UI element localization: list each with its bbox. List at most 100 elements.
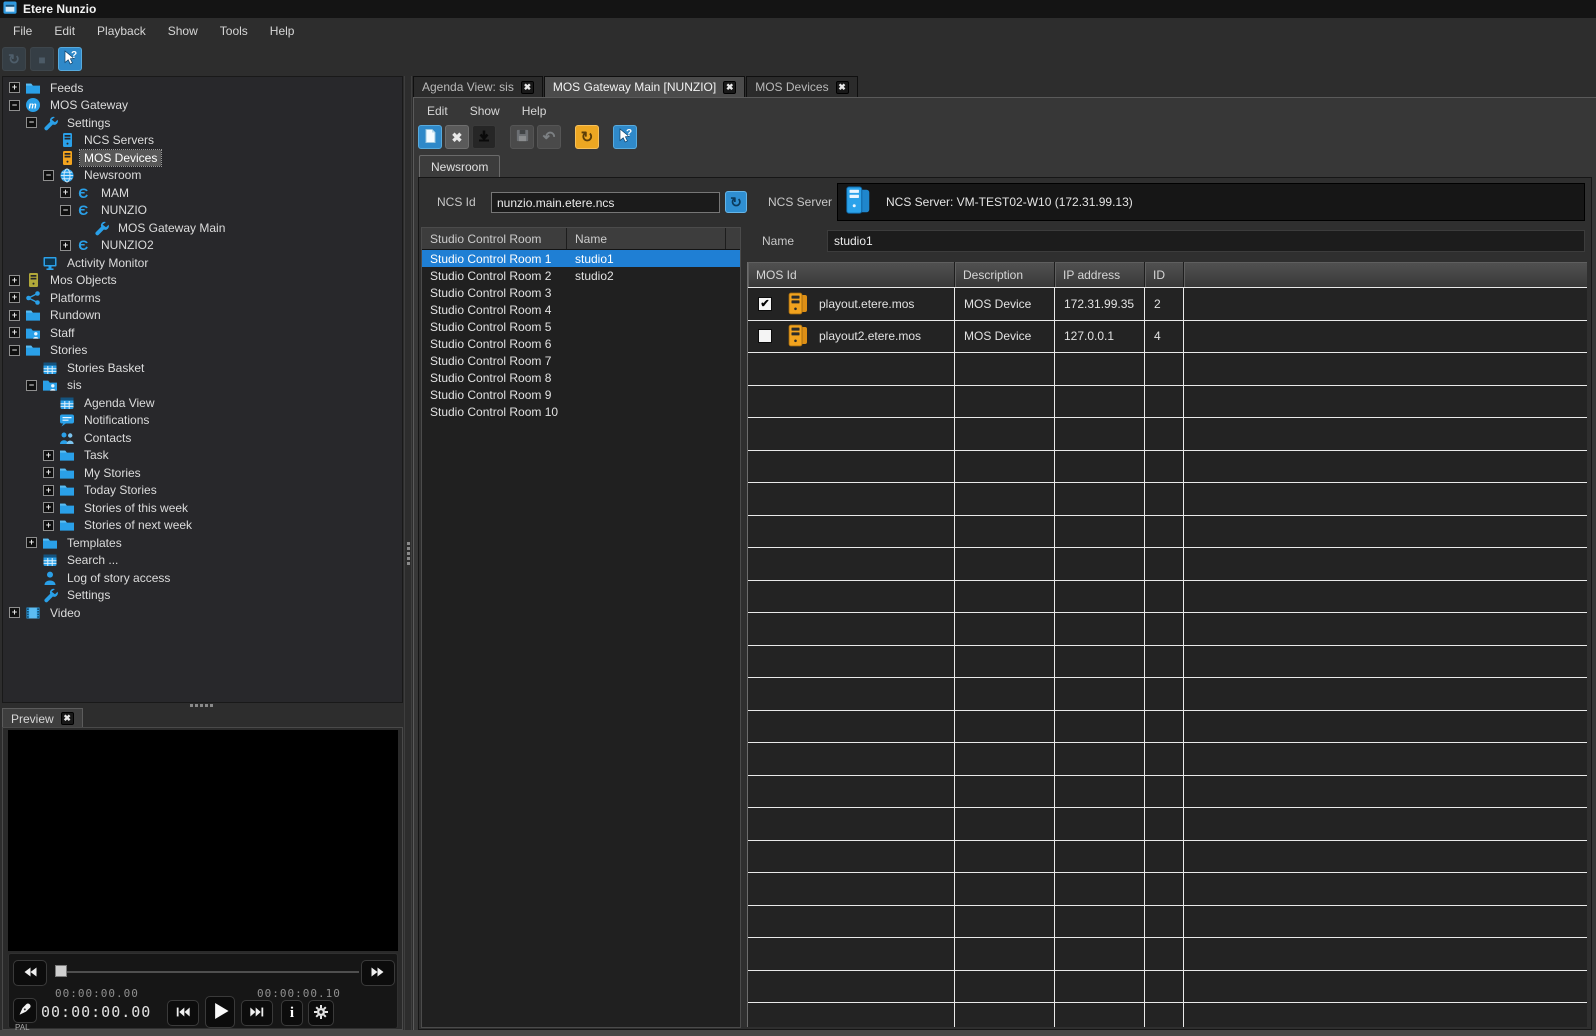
tab-preview[interactable]: Preview ✖: [2, 708, 83, 728]
expand-icon[interactable]: +: [9, 310, 20, 321]
tree-item-contacts[interactable]: Contacts: [3, 429, 402, 447]
close-icon[interactable]: ✖: [61, 712, 74, 725]
expand-icon[interactable]: +: [9, 607, 20, 618]
tree-item-stories-of-next-week[interactable]: +Stories of next week: [3, 517, 402, 535]
skip-to-end-button[interactable]: [241, 1000, 273, 1026]
collapse-icon[interactable]: −: [9, 100, 20, 111]
menu-edit[interactable]: Edit: [43, 20, 86, 42]
expand-icon[interactable]: +: [9, 275, 20, 286]
collapse-icon[interactable]: −: [43, 170, 54, 181]
tree-item-templates[interactable]: +Templates: [3, 534, 402, 552]
table-row[interactable]: ✔playout.etere.mosMOS Device172.31.99.35…: [748, 288, 1587, 321]
tree-item-ncs-servers[interactable]: NCS Servers: [3, 132, 402, 150]
studio-row-studio-control-room-8[interactable]: Studio Control Room 8: [422, 369, 740, 386]
column-header-name[interactable]: Name: [567, 228, 726, 249]
expand-icon[interactable]: +: [60, 240, 71, 251]
fast-forward-button[interactable]: [361, 960, 395, 986]
device-enabled-checkbox[interactable]: ✔: [758, 297, 772, 311]
expand-icon[interactable]: +: [43, 467, 54, 478]
column-header-mos-id[interactable]: MOS Id: [748, 262, 955, 287]
save-button[interactable]: [510, 125, 534, 149]
rewind-button[interactable]: [13, 960, 47, 986]
seek-track[interactable]: [55, 971, 359, 973]
tree-item-activity-monitor[interactable]: Activity Monitor: [3, 254, 402, 272]
tree-item-nunzio2[interactable]: +ЄNUNZIO2: [3, 237, 402, 255]
menu-tools[interactable]: Tools: [209, 20, 259, 42]
undo-button[interactable]: ↶: [537, 125, 561, 149]
delete-button[interactable]: ✖: [445, 125, 469, 149]
studio-row-studio-control-room-4[interactable]: Studio Control Room 4: [422, 301, 740, 318]
skip-to-start-button[interactable]: [167, 1000, 199, 1026]
tree-item-mos-gateway-main[interactable]: MOS Gateway Main: [3, 219, 402, 237]
expand-icon[interactable]: +: [43, 520, 54, 531]
table-row[interactable]: playout2.etere.mosMOS Device127.0.0.14: [748, 321, 1587, 354]
device-name-input[interactable]: [827, 230, 1585, 252]
tree-item-platforms[interactable]: +Platforms: [3, 289, 402, 307]
tab-agenda-view-sis[interactable]: Agenda View: sis✖: [413, 76, 543, 97]
info-button[interactable]: i: [281, 1000, 303, 1026]
collapse-icon[interactable]: −: [9, 345, 20, 356]
studio-row-studio-control-room-7[interactable]: Studio Control Room 7: [422, 352, 740, 369]
tree-item-stories-basket[interactable]: Stories Basket: [3, 359, 402, 377]
gateway-menu-help[interactable]: Help: [511, 100, 558, 122]
tree-item-stories-of-this-week[interactable]: +Stories of this week: [3, 499, 402, 517]
tree-item-search[interactable]: Search ...: [3, 552, 402, 570]
collapse-icon[interactable]: −: [26, 117, 37, 128]
tree-item-rundown[interactable]: +Rundown: [3, 307, 402, 325]
tree-item-video[interactable]: +Video: [3, 604, 402, 622]
studio-row-studio-control-room-10[interactable]: Studio Control Room 10: [422, 403, 740, 420]
device-enabled-checkbox[interactable]: [758, 329, 772, 343]
expand-icon[interactable]: +: [9, 292, 20, 303]
tree-item-agenda-view[interactable]: Agenda View: [3, 394, 402, 412]
tree-item-mos-devices[interactable]: MOS Devices: [3, 149, 402, 167]
menu-file[interactable]: File: [2, 20, 43, 42]
vertical-splitter[interactable]: [404, 76, 412, 1030]
horizontal-splitter[interactable]: [190, 703, 216, 708]
close-icon[interactable]: ✖: [723, 81, 736, 94]
context-help-button[interactable]: ?: [613, 125, 637, 149]
expand-icon[interactable]: +: [9, 82, 20, 93]
refresh-button[interactable]: ↻: [575, 125, 599, 149]
studio-row-studio-control-room-1[interactable]: Studio Control Room 1studio1: [422, 250, 740, 267]
tree-item-log-of-story-access[interactable]: Log of story access: [3, 569, 402, 587]
gateway-menu-edit[interactable]: Edit: [416, 100, 459, 122]
panel-button[interactable]: ■: [30, 47, 54, 71]
expand-icon[interactable]: +: [60, 187, 71, 198]
expand-icon[interactable]: +: [26, 537, 37, 548]
refresh-button[interactable]: ↻: [2, 47, 26, 71]
collapse-icon[interactable]: −: [26, 380, 37, 391]
studio-row-studio-control-room-9[interactable]: Studio Control Room 9: [422, 386, 740, 403]
gateway-menu-show[interactable]: Show: [459, 100, 511, 122]
column-header-id[interactable]: ID: [1145, 262, 1184, 287]
context-help-button[interactable]: ?: [58, 47, 82, 71]
tree-item-today-stories[interactable]: +Today Stories: [3, 482, 402, 500]
play-button[interactable]: [205, 996, 235, 1028]
studio-row-studio-control-room-3[interactable]: Studio Control Room 3: [422, 284, 740, 301]
close-icon[interactable]: ✖: [836, 81, 849, 94]
tree-item-stories[interactable]: −Stories: [3, 342, 402, 360]
tab-newsroom[interactable]: Newsroom: [419, 155, 500, 178]
tab-mos-devices[interactable]: MOS Devices✖: [746, 76, 857, 97]
tree-item-mam[interactable]: +ЄMAM: [3, 184, 402, 202]
tree-item-feeds[interactable]: +Feeds: [3, 79, 402, 97]
tree-item-mos-objects[interactable]: +Mos Objects: [3, 272, 402, 290]
menu-show[interactable]: Show: [157, 20, 209, 42]
expand-icon[interactable]: +: [43, 502, 54, 513]
expand-icon[interactable]: +: [43, 450, 54, 461]
column-header-description[interactable]: Description: [955, 262, 1055, 287]
expand-icon[interactable]: +: [9, 327, 20, 338]
tree-item-mos-gateway[interactable]: −mMOS Gateway: [3, 97, 402, 115]
tree-item-sis[interactable]: −sis: [3, 377, 402, 395]
tree-item-staff[interactable]: +Staff: [3, 324, 402, 342]
studio-row-studio-control-room-5[interactable]: Studio Control Room 5: [422, 318, 740, 335]
column-header-ip-address[interactable]: IP address: [1055, 262, 1145, 287]
expand-icon[interactable]: +: [43, 485, 54, 496]
tree-item-newsroom[interactable]: −Newsroom: [3, 167, 402, 185]
menu-help[interactable]: Help: [259, 20, 306, 42]
tree-item-settings[interactable]: Settings: [3, 587, 402, 605]
import-button[interactable]: [472, 125, 496, 149]
ncs-id-sync-button[interactable]: ↻: [725, 191, 747, 213]
ncs-id-input[interactable]: [491, 192, 720, 213]
studio-row-studio-control-room-2[interactable]: Studio Control Room 2studio2: [422, 267, 740, 284]
column-header-studio-control-room[interactable]: Studio Control Room: [422, 228, 567, 249]
